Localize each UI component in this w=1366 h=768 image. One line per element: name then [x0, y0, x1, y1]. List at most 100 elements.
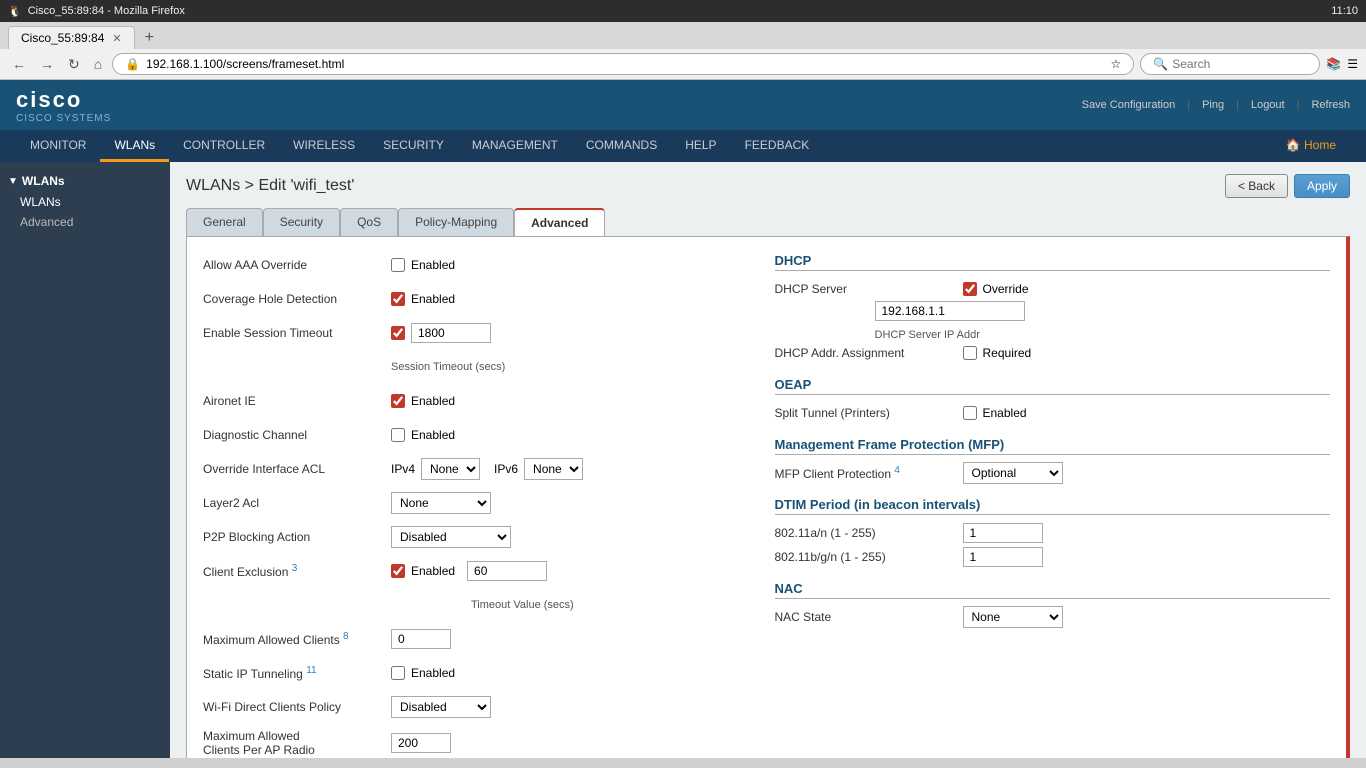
max-allowed-clients-input[interactable] — [391, 629, 451, 649]
sidebar-section-wlans[interactable]: ▼ WLANs — [0, 170, 170, 192]
nav-item-commands[interactable]: COMMANDS — [572, 130, 671, 162]
override-interface-acl-row: Override Interface ACL IPv4 None IPv6 No… — [203, 457, 759, 481]
ipv6-select[interactable]: None — [524, 458, 583, 480]
nav-item-controller[interactable]: CONTROLLER — [169, 130, 279, 162]
os-bar-left: 🐧 Cisco_55:89:84 - Mozilla Firefox — [8, 5, 185, 18]
client-exclusion-sublabel: Timeout Value (secs) — [471, 599, 574, 611]
menu-icon: ☰ — [1347, 57, 1358, 71]
mfp-footnote-link[interactable]: 4 — [894, 465, 900, 476]
ipv6-label: IPv6 — [494, 462, 518, 476]
browser-nav-bar: ← → ↻ ⌂ 🔒 ☆ 🔍 📚 ☰ — [0, 49, 1366, 79]
dtim-80211an-input[interactable] — [963, 523, 1043, 543]
tab-security[interactable]: Security — [263, 208, 340, 236]
max-allowed-clients-footnote-link[interactable]: 8 — [343, 631, 349, 642]
dhcp-addr-assignment-text: Required — [983, 346, 1032, 360]
diagnostic-channel-text: Enabled — [411, 428, 455, 442]
coverage-hole-detection-row: Coverage Hole Detection Enabled — [203, 287, 759, 311]
layer2-acl-row: Layer2 Acl None — [203, 491, 759, 515]
page-title: WLANs > Edit 'wifi_test' — [186, 177, 354, 195]
mfp-client-protection-value: Optional Required Disabled — [963, 462, 1063, 484]
mfp-client-protection-row: MFP Client Protection 4 Optional Require… — [775, 461, 1331, 485]
dhcp-server-checkbox[interactable] — [963, 282, 977, 296]
collapse-icon: ▼ — [8, 176, 18, 187]
mfp-section: Management Frame Protection (MFP) MFP Cl… — [775, 437, 1331, 485]
sidebar-item-advanced[interactable]: Advanced — [0, 212, 170, 232]
session-timeout-checkbox[interactable] — [391, 326, 405, 340]
sidebar-item-wlans[interactable]: WLANs — [0, 192, 170, 212]
nac-state-select[interactable]: None — [963, 606, 1063, 628]
oeap-section-header: OEAP — [775, 377, 1331, 395]
tab-general[interactable]: General — [186, 208, 263, 236]
mfp-client-protection-select[interactable]: Optional Required Disabled — [963, 462, 1063, 484]
ipv4-label: IPv4 — [391, 462, 415, 476]
p2p-blocking-action-row: P2P Blocking Action Disabled — [203, 525, 759, 549]
nav-item-monitor[interactable]: MONITOR — [16, 130, 100, 162]
dtim-80211bgn-input[interactable] — [963, 547, 1043, 567]
dhcp-addr-assignment-checkbox[interactable] — [963, 346, 977, 360]
max-allowed-clients-per-ap-input[interactable] — [391, 733, 451, 753]
home-button[interactable]: ⌂ — [90, 54, 106, 74]
apply-button[interactable]: Apply — [1294, 174, 1350, 198]
cisco-header-links: Save Configuration | Ping | Logout | Ref… — [1082, 99, 1350, 111]
session-timeout-input[interactable] — [411, 323, 491, 343]
nav-item-home[interactable]: 🏠 Home — [1272, 130, 1350, 162]
bookmarks-icon: 📚 — [1326, 57, 1341, 71]
forward-button[interactable]: → — [36, 54, 58, 74]
nav-item-help[interactable]: HELP — [671, 130, 730, 162]
split-tunnel-checkbox[interactable] — [963, 406, 977, 420]
address-bar[interactable]: 🔒 ☆ — [112, 53, 1134, 75]
content-wrapper: WLANs > Edit 'wifi_test' < Back Apply Ge… — [186, 174, 1350, 758]
aironet-ie-row: Aironet IE Enabled — [203, 389, 759, 413]
search-icon: 🔍 — [1153, 57, 1168, 71]
reload-button[interactable]: ↻ — [64, 54, 84, 75]
logout-link[interactable]: Logout — [1251, 99, 1285, 111]
search-input[interactable] — [1172, 57, 1307, 71]
refresh-link[interactable]: Refresh — [1311, 99, 1350, 111]
search-bar-container[interactable]: 🔍 — [1140, 53, 1320, 75]
wifi-direct-clients-policy-select[interactable]: Disabled — [391, 696, 491, 718]
dhcp-server-ip-label: DHCP Server IP Addr — [875, 329, 980, 341]
tab-advanced[interactable]: Advanced — [514, 208, 605, 236]
coverage-hole-detection-checkbox[interactable] — [391, 292, 405, 306]
static-ip-tunneling-footnote-link[interactable]: 11 — [306, 665, 316, 676]
url-input[interactable] — [146, 57, 1104, 71]
cisco-header: cisco CISCO SYSTEMS Save Configuration |… — [0, 80, 1366, 130]
client-exclusion-footnote-link[interactable]: 3 — [292, 563, 298, 574]
layer2-acl-select[interactable]: None — [391, 492, 491, 514]
client-exclusion-value: Enabled — [391, 561, 547, 581]
new-tab-button[interactable]: + — [139, 27, 160, 49]
static-ip-tunneling-checkbox[interactable] — [391, 666, 405, 680]
nav-item-management[interactable]: MANAGEMENT — [458, 130, 572, 162]
tab-close-button[interactable]: ✕ — [112, 32, 121, 45]
tab-qos[interactable]: QoS — [340, 208, 398, 236]
session-timeout-value — [391, 323, 491, 343]
p2p-blocking-action-select[interactable]: Disabled — [391, 526, 511, 548]
ping-link[interactable]: Ping — [1202, 99, 1224, 111]
cisco-app: cisco CISCO SYSTEMS Save Configuration |… — [0, 80, 1366, 758]
client-exclusion-timeout-input[interactable] — [467, 561, 547, 581]
nav-item-feedback[interactable]: FEEDBACK — [731, 130, 824, 162]
dhcp-server-value: Override — [963, 282, 1029, 296]
nav-item-wireless[interactable]: WIRELESS — [279, 130, 369, 162]
aironet-ie-checkbox[interactable] — [391, 394, 405, 408]
nav-item-security[interactable]: SECURITY — [369, 130, 458, 162]
back-button[interactable]: ← — [8, 54, 30, 74]
client-exclusion-enabled-text: Enabled — [411, 564, 455, 578]
coverage-hole-detection-text: Enabled — [411, 292, 455, 306]
client-exclusion-checkbox[interactable] — [391, 564, 405, 578]
client-exclusion-label: Client Exclusion 3 — [203, 563, 383, 579]
mfp-client-protection-label: MFP Client Protection 4 — [775, 465, 955, 481]
static-ip-tunneling-value: Enabled — [391, 666, 455, 680]
dhcp-server-ip-input[interactable] — [875, 301, 1025, 321]
client-exclusion-sub-row: Timeout Value (secs) — [203, 593, 759, 617]
page-title-bar: WLANs > Edit 'wifi_test' < Back Apply — [186, 174, 1350, 198]
allow-aaa-override-checkbox[interactable] — [391, 258, 405, 272]
ipv4-select[interactable]: None — [421, 458, 480, 480]
browser-tab[interactable]: Cisco_55:89:84 ✕ — [8, 26, 135, 49]
diagnostic-channel-checkbox[interactable] — [391, 428, 405, 442]
tab-policy-mapping[interactable]: Policy-Mapping — [398, 208, 514, 236]
dhcp-server-row: DHCP Server Override — [775, 277, 1331, 301]
save-configuration-link[interactable]: Save Configuration — [1082, 99, 1176, 111]
nav-item-wlans[interactable]: WLANs — [100, 130, 169, 162]
back-button[interactable]: < Back — [1225, 174, 1288, 198]
